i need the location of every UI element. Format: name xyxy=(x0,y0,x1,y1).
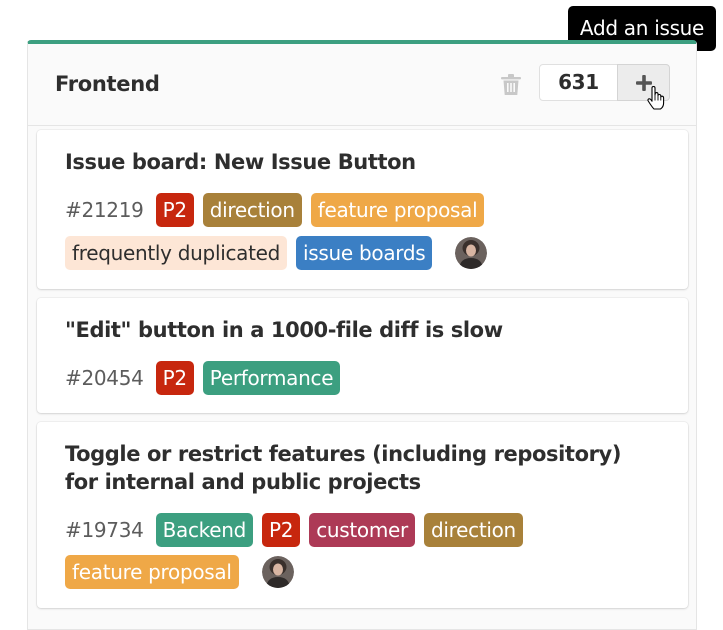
user-avatar-icon xyxy=(455,237,488,269)
label-frequently-duplicated[interactable]: frequently duplicated xyxy=(65,236,288,270)
label-direction[interactable]: direction xyxy=(202,193,302,227)
label-customer[interactable]: customer xyxy=(309,513,415,547)
issue-title[interactable]: Issue board: New Issue Button xyxy=(65,148,660,176)
board-list-frontend: Frontend 631 Issue board: New Issue Butt… xyxy=(27,40,697,630)
label-feature-proposal[interactable]: feature proposal xyxy=(65,555,239,589)
label-backend[interactable]: Backend xyxy=(155,513,254,547)
delete-list-button[interactable] xyxy=(497,70,525,100)
board-list-header: Frontend 631 xyxy=(28,44,696,126)
issue-card[interactable]: Issue board: New Issue Button #21219 P2 … xyxy=(37,130,688,289)
issue-title[interactable]: Toggle or restrict features (including r… xyxy=(65,440,660,496)
label-p2[interactable]: P2 xyxy=(262,513,301,547)
label-p2[interactable]: P2 xyxy=(155,361,194,395)
trash-icon xyxy=(501,74,521,95)
issue-count: 631 xyxy=(558,70,599,94)
issue-meta: #20454 P2 Performance xyxy=(65,361,349,395)
issue-meta: #19734 Backend P2 customer direction xyxy=(65,513,532,547)
issue-meta: #21219 P2 direction feature proposal xyxy=(65,193,493,227)
issue-number: #21219 xyxy=(65,198,144,222)
assignee-avatar[interactable] xyxy=(261,556,294,588)
label-issue-boards[interactable]: issue boards xyxy=(296,236,433,270)
label-p2[interactable]: P2 xyxy=(155,193,194,227)
label-performance[interactable]: Performance xyxy=(202,361,341,395)
issue-meta-continued: feature proposal xyxy=(65,555,294,589)
hand-cursor-icon xyxy=(647,86,665,110)
issue-title[interactable]: "Edit" button in a 1000-file diff is slo… xyxy=(65,316,660,344)
board-list-title: Frontend xyxy=(55,72,160,96)
issue-meta-continued: frequently duplicated issue boards xyxy=(65,236,488,270)
assignee-avatar[interactable] xyxy=(455,237,488,269)
issue-card[interactable]: "Edit" button in a 1000-file diff is slo… xyxy=(37,298,688,413)
label-direction[interactable]: direction xyxy=(423,513,523,547)
label-feature-proposal[interactable]: feature proposal xyxy=(310,193,485,227)
issue-card[interactable]: Toggle or restrict features (including r… xyxy=(37,422,688,608)
issue-number: #20454 xyxy=(65,366,144,390)
issue-number: #19734 xyxy=(65,518,144,542)
user-avatar-icon xyxy=(261,556,294,588)
